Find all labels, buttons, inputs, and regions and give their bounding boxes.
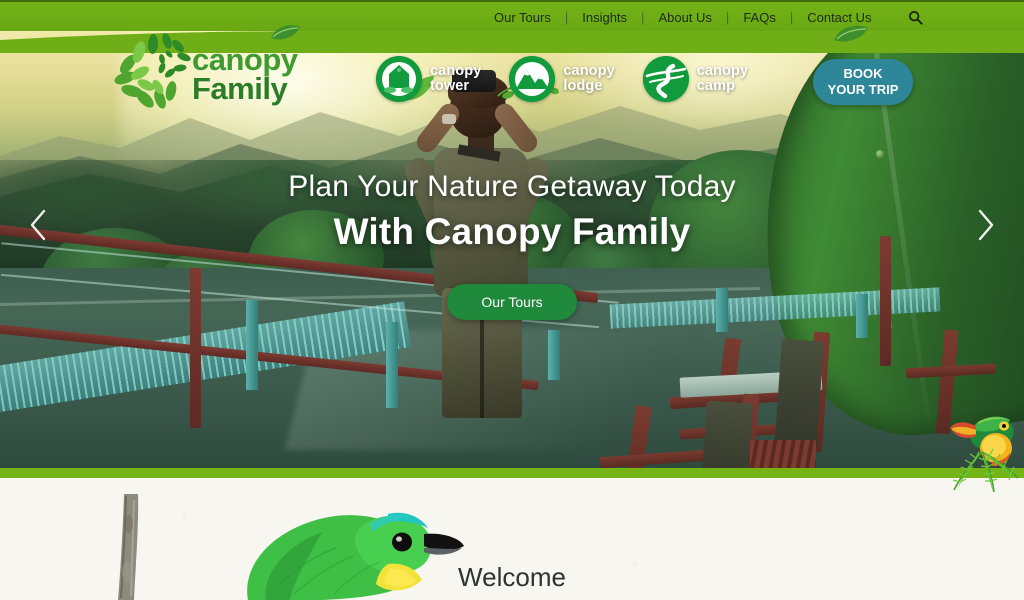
wristwatch: [442, 114, 456, 124]
nav-item-faqs[interactable]: FAQs: [729, 10, 790, 25]
nav-item-our-tours[interactable]: Our Tours: [480, 10, 565, 25]
chevron-right-icon: [976, 209, 996, 241]
railing-teal-post: [386, 322, 398, 408]
brand-label-line2: tower: [430, 78, 470, 94]
nav-item-about-us[interactable]: About Us: [644, 10, 725, 25]
chevron-left-icon: [28, 209, 48, 241]
deck-chair: [599, 380, 850, 468]
winding-river-path-icon: [642, 56, 689, 102]
mountain-icon: [509, 56, 556, 102]
brand-label: canopy camp: [696, 62, 749, 94]
green-honeycreeper-bird: [238, 498, 466, 600]
hero-copy: Plan Your Nature Getaway Today With Cano…: [0, 168, 1024, 320]
brand-label-line2: lodge: [563, 78, 603, 94]
brand-label: canopy tower: [430, 62, 482, 94]
hero-headline-line2: With Canopy Family: [333, 210, 691, 252]
main-navigation-bar: Our Tours | Insights | About Us | FAQs |…: [0, 0, 1024, 31]
book-your-trip-button[interactable]: BOOK YOUR TRIP: [813, 59, 913, 105]
brand-label-line1: canopy: [430, 62, 482, 79]
search-icon[interactable]: [908, 10, 923, 25]
brand-canopy-camp[interactable]: canopy camp: [642, 56, 749, 102]
logo-text-line2: Family: [192, 70, 288, 106]
brand-canopy-lodge[interactable]: canopy lodge: [509, 56, 615, 102]
keel-billed-toucan: [948, 396, 1024, 493]
brand-label-line1: canopy: [696, 62, 749, 79]
welcome-section: Welcome: [0, 478, 1024, 600]
brand-label-line1: canopy: [563, 62, 615, 79]
site-logo[interactable]: canopy Family: [112, 30, 317, 112]
carousel-prev-button[interactable]: [18, 205, 58, 245]
hero-headline-line1: Plan Your Nature Getaway Today: [288, 170, 736, 203]
welcome-title: Welcome: [458, 562, 566, 592]
dome-bolt: [876, 150, 884, 158]
tower-building-icon: [376, 56, 422, 102]
brand-canopy-tower[interactable]: canopy tower: [376, 56, 481, 102]
brand-label: canopy lodge: [563, 62, 615, 94]
tree-branch: [112, 494, 148, 600]
nav-item-insights[interactable]: Insights: [568, 10, 641, 25]
figure-leg-seam: [480, 314, 484, 418]
brand-label-line2: camp: [696, 78, 736, 94]
brand-badges: canopy tower canopy lodge canopy camp: [376, 56, 776, 102]
carousel-next-button[interactable]: [966, 205, 1006, 245]
logo-text: canopy Family: [192, 44, 298, 106]
section-divider: [0, 468, 1024, 478]
book-button-line1: BOOK: [843, 65, 883, 81]
book-button-line2: YOUR TRIP: [827, 82, 899, 97]
nav-leaf-decoration: [832, 22, 870, 49]
hero-our-tours-button[interactable]: Our Tours: [447, 283, 577, 320]
